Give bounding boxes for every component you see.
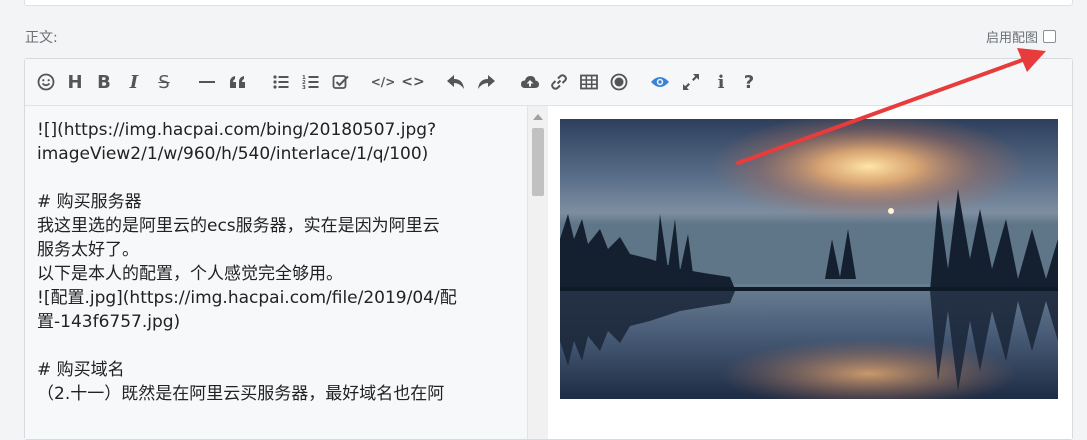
preview-image [560,119,1058,399]
record-icon[interactable] [609,70,629,94]
preview-icon[interactable] [649,70,671,94]
editor-line: ![配置.jpg](https://img.hacpai.com/file/20… [37,288,457,308]
check-list-icon[interactable] [331,70,351,94]
code-block-icon[interactable]: </> [371,70,396,94]
enable-image-checkbox[interactable] [1043,29,1057,43]
scroll-thumb[interactable] [532,128,544,196]
editor-scrollbar[interactable] [527,106,548,439]
redo-icon[interactable] [475,70,497,94]
scroll-up-arrow-icon[interactable] [533,114,543,120]
enable-image-label: 启用配图 [986,30,1039,46]
preview-pane [548,106,1072,439]
svg-text:3: 3 [302,85,306,91]
undo-icon[interactable] [445,70,467,94]
unordered-list-icon[interactable] [271,70,291,94]
editor-line: 我这里选的是阿里云的ecs服务器，实在是因为阿里云 [37,216,440,236]
fullscreen-icon[interactable] [681,70,701,94]
editor-line: ![](https://img.hacpai.com/bing/20180507… [37,120,437,140]
ordered-list-icon[interactable]: 123 [301,70,321,94]
body-label: 正文: [25,30,58,46]
editor-line: # 购买域名 [37,360,125,380]
inline-code-icon[interactable]: <> [401,70,425,94]
editor-line: 置-143f6757.jpg) [37,312,181,332]
table-icon[interactable] [579,70,599,94]
editor-line: 服务太好了。 [37,240,139,260]
editor-line: imageView2/1/w/960/h/540/interlace/1/q/1… [37,144,429,164]
quote-icon[interactable] [227,70,249,94]
strike-icon[interactable]: S [155,70,173,94]
markdown-editor: H B I S 123 </> <> i ? ![](https://img.h… [24,58,1073,440]
bold-icon[interactable]: B [95,70,113,94]
help-icon[interactable]: ? [741,70,757,94]
editor-line: 以下是本人的配置，个人感觉完全够用。 [37,264,343,284]
info-icon[interactable]: i [713,70,729,94]
title-input[interactable] [24,0,1073,6]
editor-line: # 购买服务器 [37,192,142,212]
heading-icon[interactable]: H [65,70,85,94]
enable-image-toggle[interactable]: 启用配图 [986,26,1057,46]
editor-line: （2.十一）既然是在阿里云买服务器，最好域名也在阿 [37,384,445,404]
horizontal-rule-icon[interactable] [197,70,217,94]
italic-icon[interactable]: I [125,70,143,94]
markdown-text: ![](https://img.hacpai.com/bing/20180507… [37,118,517,406]
editor-toolbar: H B I S 123 </> <> i ? [25,59,1072,106]
link-icon[interactable] [549,70,569,94]
upload-icon[interactable] [519,70,541,94]
emoji-icon[interactable] [36,70,56,94]
markdown-textarea[interactable]: ![](https://img.hacpai.com/bing/20180507… [25,106,527,439]
